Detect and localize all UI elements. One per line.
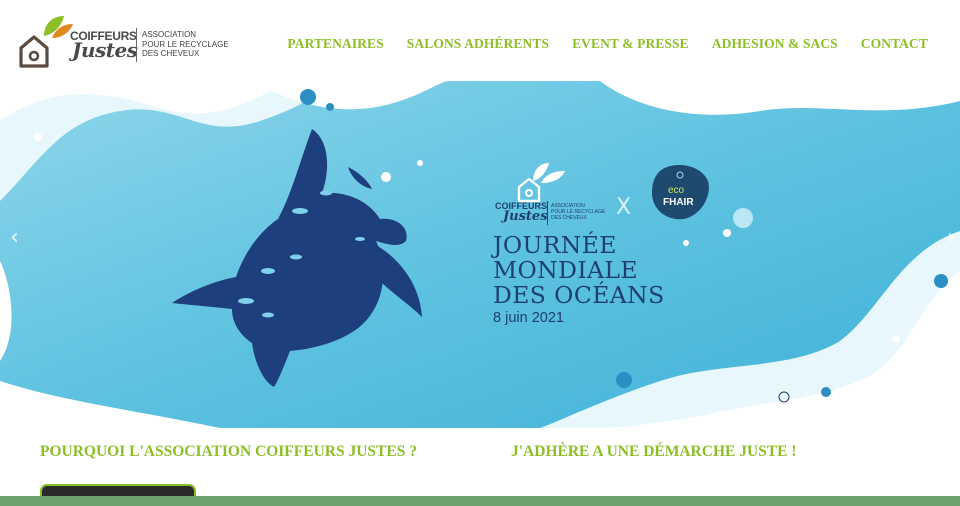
hero-ocean-illustration: [0, 81, 960, 428]
partner-logo-subtitle-line: DES CHEVEUX: [551, 215, 587, 221]
fhair-label: FHAIR: [663, 197, 694, 208]
partner-logo-word-justes: Justes: [503, 209, 548, 224]
partner-logo-subtitle: ASSOCIATION POUR LE RECYCLAGE DES CHEVEU…: [551, 203, 611, 221]
logo-subtitle: ASSOCIATION POUR LE RECYCLAGE DES CHEVEU…: [142, 30, 232, 59]
eco-label: eco: [668, 185, 685, 196]
logo-subtitle-line: POUR LE RECYCLAGE: [142, 39, 229, 49]
heading-adhere: J'ADHÈRE A UNE DÉMARCHE JUSTE !: [511, 443, 797, 460]
hero-date: 8 juin 2021: [493, 310, 564, 326]
cookie-bar: [0, 496, 960, 506]
logo-word-justes: Justes: [72, 38, 138, 62]
hero-slider: ‹ › COIFFEURS Justes ASSOCIATION POUR LE…: [0, 81, 960, 428]
intro-section: POURQUOI L'ASSOCIATION COIFFEURS JUSTES …: [0, 428, 960, 504]
logo-subtitle-line: DES CHEVEUX: [142, 49, 200, 58]
site-header: COIFFEURS Justes ASSOCIATION POUR LE REC…: [0, 0, 960, 81]
nav-event-presse[interactable]: EVENT & PRESSE: [572, 36, 689, 52]
leaf-icon: [44, 16, 73, 38]
main-nav: PARTENAIRES SALONS ADHÉRENTS EVENT & PRE…: [287, 36, 928, 52]
logo-subtitle-line: ASSOCIATION: [142, 30, 197, 39]
hero-title-block: JOURNÉE MONDIALE DES OCÉANS 8 juin 2021: [493, 231, 665, 327]
nav-salons-adherents[interactable]: SALONS ADHÉRENTS: [407, 36, 549, 52]
logo-divider: [136, 28, 137, 62]
partner-logo-divider: [547, 201, 548, 225]
house-leaf-icon: [517, 163, 565, 203]
heading-pourquoi: POURQUOI L'ASSOCIATION COIFFEURS JUSTES …: [40, 443, 417, 460]
nav-partenaires[interactable]: PARTENAIRES: [287, 36, 383, 52]
hero-title-line: JOURNÉE: [493, 231, 617, 259]
nav-contact[interactable]: CONTACT: [861, 36, 928, 52]
hero-title-line: MONDIALE: [493, 256, 638, 284]
chevron-right-icon[interactable]: ›: [947, 225, 956, 250]
chevron-left-icon[interactable]: ‹: [10, 225, 19, 250]
collab-cross: X: [616, 195, 632, 220]
nav-adhesion-sacs[interactable]: ADHESION & SACS: [712, 36, 838, 52]
hero-title-line: DES OCÉANS: [493, 281, 665, 309]
site-logo[interactable]: COIFFEURS Justes ASSOCIATION POUR LE REC…: [16, 14, 229, 70]
partner-logo-coiffeurs-justes: COIFFEURS Justes ASSOCIATION POUR LE REC…: [493, 161, 613, 231]
